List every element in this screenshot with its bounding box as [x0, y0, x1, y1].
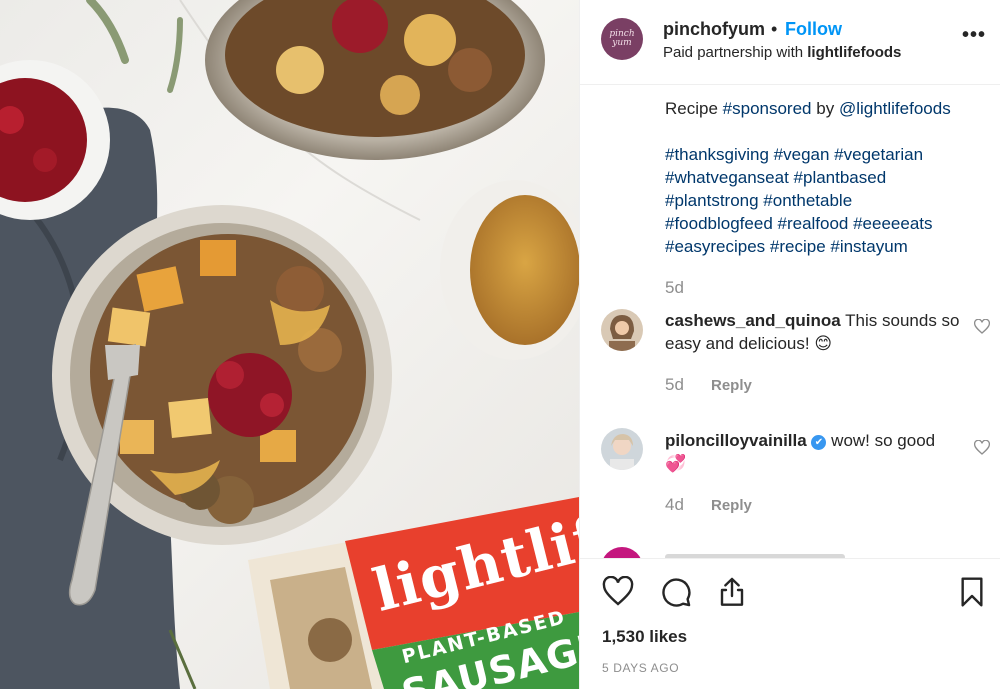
comment-timestamp[interactable]: 5d [665, 375, 684, 395]
reply-button[interactable]: Reply [711, 377, 752, 394]
share-icon[interactable] [716, 576, 748, 608]
post-actions-footer: 1,530 likes 5 DAYS AGO [580, 558, 1000, 689]
comment-username[interactable]: piloncilloyvainilla [665, 431, 807, 450]
post-header: pinch yum pinchofyum • Follow Paid partn… [580, 0, 1000, 85]
more-options-icon[interactable]: ••• [962, 24, 986, 47]
bookmark-icon[interactable] [956, 576, 988, 608]
paid-partnership-label: Paid partnership with lightlifefoods [663, 44, 901, 61]
comment-icon[interactable] [660, 576, 692, 608]
comment-timestamp[interactable]: 4d [665, 495, 684, 515]
comment-avatar[interactable] [601, 428, 643, 470]
smile-emoji-icon: 😊 [814, 334, 833, 353]
caption-by: by [816, 99, 835, 118]
hashtag-line[interactable]: #plantstrong #onthetable [665, 189, 985, 212]
avatar-photo [601, 309, 643, 351]
likes-count[interactable]: 1,530 likes [602, 627, 687, 647]
caption-first-line: Recipe #sponsored by @lightlifefoods [665, 97, 985, 120]
comment-username[interactable]: cashews_and_quinoa [665, 311, 841, 330]
post-details-panel: pinch yum pinchofyum • Follow Paid partn… [579, 0, 1000, 689]
hashtag-line[interactable]: #thanksgiving #vegan #vegetarian [665, 143, 985, 166]
post-date[interactable]: 5 DAYS AGO [602, 661, 679, 675]
hashtag-sponsored[interactable]: #sponsored [723, 99, 812, 118]
partnership-prefix: Paid partnership with [663, 44, 804, 61]
avatar-text-2: yum [612, 38, 632, 48]
separator-dot: • [771, 19, 778, 39]
like-comment-heart-icon[interactable] [974, 440, 990, 456]
hashtag-line[interactable]: #foodblogfeed #realfood #eeeeeats [665, 212, 985, 235]
mention-lightlifefoods[interactable]: @lightlifefoods [839, 99, 951, 118]
reply-button[interactable]: Reply [711, 497, 752, 514]
comment-text: piloncilloyvainilla ✔ wow! so good 💞 [665, 429, 960, 475]
follow-button[interactable]: Follow [785, 19, 842, 40]
post-caption: Recipe #sponsored by @lightlifefoods #th… [665, 97, 985, 258]
post-photo[interactable]: lightlife PLANT-BASED SAUSAGE [0, 0, 579, 689]
comment-body: wow! so good [831, 431, 936, 450]
avatar-photo [601, 428, 643, 470]
comment-text-partial [665, 549, 865, 558]
like-comment-heart-icon[interactable] [974, 319, 990, 335]
verified-icon: ✔ [811, 435, 827, 450]
caption-prefix: Recipe [665, 99, 718, 118]
two-hearts-emoji-icon: 💞 [665, 454, 687, 473]
heart-icon[interactable] [602, 576, 634, 608]
hashtag-line[interactable]: #whatveganseat #plantbased [665, 166, 985, 189]
comment-avatar[interactable] [601, 309, 643, 351]
partner-link[interactable]: lightlifefoods [807, 44, 901, 61]
post-username[interactable]: pinchofyum [663, 19, 765, 40]
comment-text: cashews_and_quinoa This sounds so easy a… [665, 309, 960, 355]
avatar[interactable]: pinch yum [601, 18, 643, 60]
hashtag-line[interactable]: #easyrecipes #recipe #instayum [665, 235, 985, 258]
caption-timestamp[interactable]: 5d [665, 278, 684, 298]
